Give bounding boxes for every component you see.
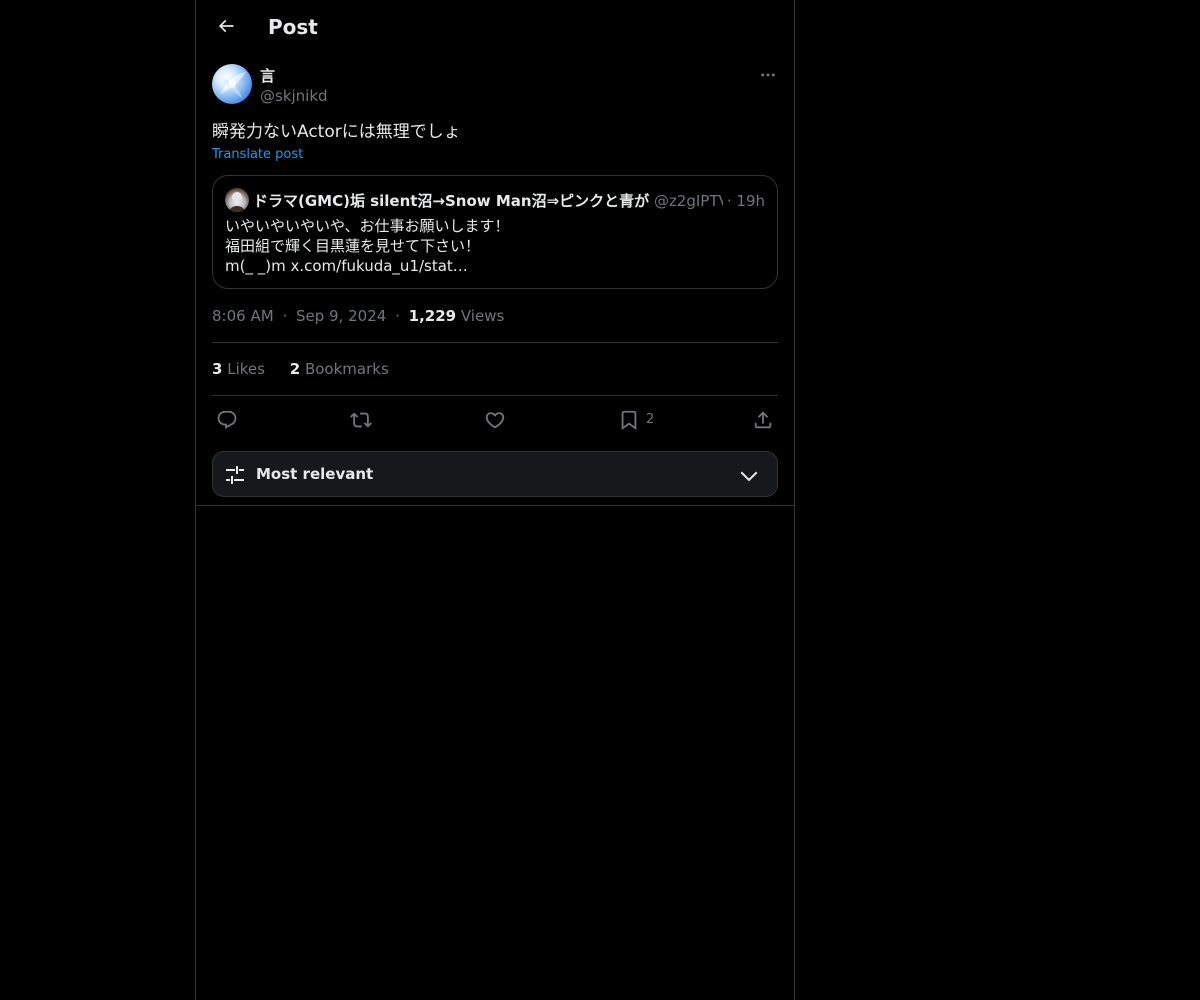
share-icon bbox=[754, 411, 772, 429]
section-divider bbox=[196, 505, 794, 506]
author-name[interactable]: 言 bbox=[260, 66, 275, 86]
quote-avatar-image bbox=[229, 192, 245, 212]
reply-icon bbox=[217, 410, 237, 429]
page-title: Post bbox=[268, 15, 318, 39]
post-date[interactable]: Sep 9, 2024 bbox=[296, 307, 386, 325]
likes-count: 3 bbox=[212, 360, 223, 378]
heart-icon bbox=[485, 412, 505, 429]
author-avatar[interactable] bbox=[212, 64, 252, 104]
quote-text-line: いやいやいやいや、お仕事お願いします！ bbox=[225, 217, 510, 235]
quote-text-line: 福田組で輝く目黒蓮を見せて下さい！ bbox=[225, 237, 481, 255]
post-time[interactable]: 8:06 AM bbox=[212, 307, 274, 325]
author-handle[interactable]: @skjnikd bbox=[260, 86, 328, 106]
quote-time: 19h bbox=[736, 192, 765, 210]
meta-separator: · bbox=[395, 307, 400, 325]
translate-post-link[interactable]: Translate post bbox=[212, 146, 303, 164]
repost-icon bbox=[350, 412, 372, 428]
post-text: 瞬発力ないActorには無理でしょ bbox=[212, 122, 461, 142]
post-meta: 8:06 AM · Sep 9, 2024 · 1,229 Views bbox=[212, 306, 504, 326]
sort-label: Most relevant bbox=[256, 465, 374, 483]
likes-label: Likes bbox=[227, 360, 265, 378]
reply-button[interactable] bbox=[216, 406, 238, 434]
bookmark-icon bbox=[621, 410, 637, 431]
sliders-icon bbox=[226, 466, 244, 484]
arrow-left-icon bbox=[218, 19, 234, 33]
share-button[interactable] bbox=[752, 406, 774, 434]
quote-text-line: m(_ _)m x.com/fukuda_u1/stat… bbox=[225, 257, 468, 275]
divider bbox=[212, 395, 778, 396]
blue-flower-avatar bbox=[220, 72, 246, 98]
quoted-post[interactable]: ドラマ(GMC)垢 silent沼→Snow Man沼⇒ピンクと青が @z2gI… bbox=[212, 175, 778, 289]
more-horizontal-icon bbox=[761, 73, 775, 77]
divider bbox=[212, 342, 778, 343]
quote-avatar bbox=[225, 188, 249, 212]
likes-stat[interactable]: 3 Likes bbox=[212, 360, 270, 378]
engagement-stats: 3 Likes 2 Bookmarks bbox=[212, 359, 409, 379]
views-count: 1,229 bbox=[408, 307, 457, 325]
quote-header: ドラマ(GMC)垢 silent沼→Snow Man沼⇒ピンクと青が @z2gI… bbox=[253, 190, 767, 212]
bookmarks-stat[interactable]: 2 Bookmarks bbox=[290, 360, 389, 378]
quote-meta: · 19h bbox=[722, 190, 765, 212]
back-button[interactable] bbox=[208, 8, 244, 44]
quote-author-name: ドラマ(GMC)垢 silent沼→Snow Man沼⇒ピンクと青が bbox=[253, 192, 650, 210]
meta-separator: · bbox=[282, 307, 288, 325]
views-label: Views bbox=[460, 307, 505, 325]
reply-sort-dropdown[interactable]: Most relevant bbox=[212, 451, 778, 497]
more-options-button[interactable] bbox=[756, 64, 780, 86]
bookmarks-count: 2 bbox=[289, 360, 301, 378]
header: Post bbox=[196, 0, 794, 54]
bookmark-button[interactable]: 2 bbox=[618, 406, 654, 434]
like-button[interactable] bbox=[484, 406, 506, 434]
post-column: Post 言 @skjnikd 瞬発力ないActorには無理でしょ Transl… bbox=[195, 0, 795, 1000]
bookmarks-label: Bookmarks bbox=[304, 360, 389, 378]
quote-text: いやいやいやいや、お仕事お願いします！ 福田組で輝く目黒蓮を見せて下さい！ m(… bbox=[225, 216, 765, 276]
repost-button[interactable] bbox=[350, 406, 372, 434]
chevron-down-icon bbox=[740, 471, 758, 482]
quote-separator: · bbox=[726, 192, 732, 210]
bookmark-count: 2 bbox=[646, 412, 655, 427]
